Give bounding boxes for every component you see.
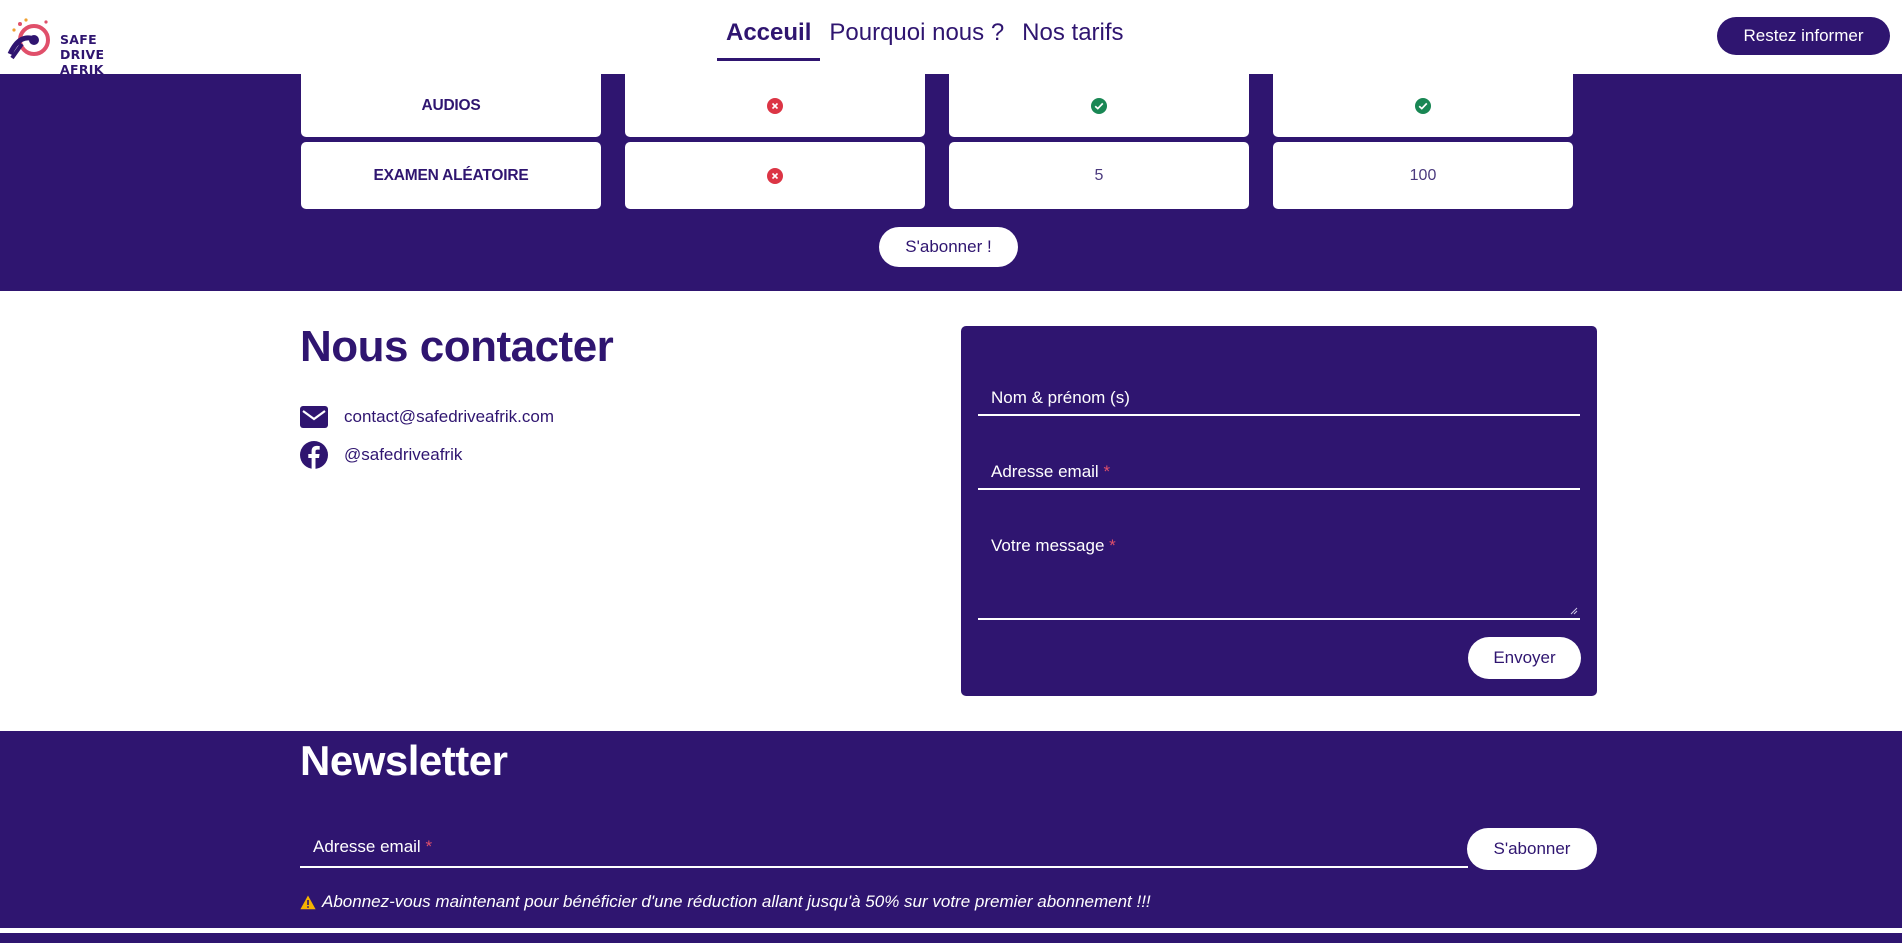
nav-item-nos-tarifs[interactable]: Nos tarifs	[1013, 18, 1132, 61]
email-field-placeholder-wrap: Adresse email *	[991, 462, 1110, 482]
message-textarea[interactable]: Votre message *	[978, 524, 1580, 620]
feature-label-audios: AUDIOS	[301, 74, 601, 137]
nav-item-pourquoi-nous[interactable]: Pourquoi nous ?	[820, 18, 1013, 61]
message-placeholder-wrap: Votre message *	[991, 536, 1116, 556]
footer-divider	[0, 928, 1902, 933]
contact-facebook-link[interactable]: @safedriveafrik	[344, 445, 462, 465]
newsletter-email-placeholder: Adresse email	[313, 837, 421, 856]
feature-label-examen-aleatoire: EXAMEN ALÉATOIRE	[301, 142, 601, 209]
cross-circle-icon	[767, 167, 783, 184]
pricing-cell	[625, 142, 925, 209]
brand-logo[interactable]: SAFE DRIVE AFRIK	[6, 14, 110, 77]
facebook-icon	[300, 441, 328, 469]
envelope-icon	[300, 406, 328, 428]
newsletter-subscribe-button[interactable]: S'abonner	[1467, 828, 1597, 870]
required-mark: *	[425, 837, 433, 856]
newsletter-note: Abonnez-vous maintenant pour bénéficier …	[300, 892, 1151, 912]
message-placeholder: Votre message	[991, 536, 1105, 555]
name-field-placeholder: Nom & prénom (s)	[991, 388, 1130, 407]
pricing-cell-value: 100	[1273, 142, 1573, 209]
required-mark: *	[1103, 462, 1111, 481]
contact-facebook-row[interactable]: @safedriveafrik	[300, 441, 462, 469]
newsletter-note-text: Abonnez-vous maintenant pour bénéficier …	[322, 892, 1151, 911]
email-field[interactable]: Adresse email *	[978, 450, 1580, 490]
email-field-placeholder: Adresse email	[991, 462, 1099, 481]
newsletter-section: Newsletter Adresse email * S'abonner Abo…	[0, 731, 1902, 943]
cross-circle-icon	[767, 97, 783, 114]
required-mark: *	[1109, 536, 1116, 555]
check-circle-icon	[1091, 97, 1107, 114]
contact-form: Nom & prénom (s) Adresse email * Votre m…	[961, 326, 1597, 696]
resize-handle-icon[interactable]	[1568, 605, 1578, 615]
top-header: SAFE DRIVE AFRIK Acceuil Pourquoi nous ?…	[0, 0, 1902, 77]
pricing-section: AUDIOS EXAMEN ALÉATOIRE 5 100 S'abonner …	[0, 74, 1902, 291]
warning-icon	[300, 895, 316, 909]
pricing-cell-value: 5	[949, 142, 1249, 209]
pricing-cell	[625, 74, 925, 137]
contact-title: Nous contacter	[300, 322, 614, 371]
brand-wordmark: SAFE DRIVE AFRIK	[60, 32, 105, 77]
contact-email-row[interactable]: contact@safedriveafrik.com	[300, 406, 554, 428]
contact-email-link[interactable]: contact@safedriveafrik.com	[344, 407, 554, 427]
name-field[interactable]: Nom & prénom (s)	[978, 376, 1580, 416]
subscribe-button[interactable]: S'abonner !	[879, 227, 1018, 267]
check-circle-icon	[1415, 97, 1431, 114]
pricing-cell	[1273, 74, 1573, 137]
stay-informed-button[interactable]: Restez informer	[1717, 17, 1890, 55]
pricing-cell	[949, 74, 1249, 137]
newsletter-title: Newsletter	[300, 737, 508, 784]
newsletter-email-placeholder-wrap: Adresse email *	[313, 837, 432, 857]
main-nav: Acceuil Pourquoi nous ? Nos tarifs	[717, 18, 1133, 61]
newsletter-email-input[interactable]: Adresse email *	[300, 829, 1468, 868]
steering-wheel-logo-icon	[7, 18, 50, 60]
nav-item-acceuil[interactable]: Acceuil	[717, 18, 821, 61]
send-button[interactable]: Envoyer	[1468, 637, 1581, 679]
